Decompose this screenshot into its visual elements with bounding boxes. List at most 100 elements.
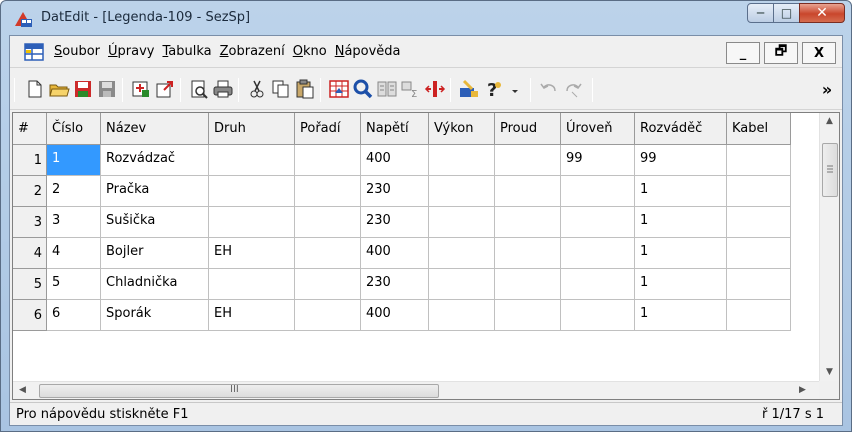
column-header[interactable]: Kabel <box>727 113 791 145</box>
sum-icon[interactable]: Σ <box>400 78 422 100</box>
grid-cell[interactable] <box>495 238 561 269</box>
grid-cell[interactable] <box>295 176 361 207</box>
grid-cell[interactable]: 230 <box>361 269 429 300</box>
grid-cell[interactable] <box>295 145 361 176</box>
grid-cell[interactable]: 99 <box>635 145 727 176</box>
grid-corner-header[interactable]: # <box>13 113 47 145</box>
grid-cell[interactable]: 3 <box>47 207 101 238</box>
grid-cell[interactable] <box>429 176 495 207</box>
grid-cell[interactable] <box>495 145 561 176</box>
scroll-up-icon[interactable]: ▲ <box>826 116 833 126</box>
vertical-scrollbar[interactable]: ▲ ▼ <box>819 113 839 381</box>
menu-item-0[interactable]: Soubor <box>54 44 100 59</box>
grid-cell[interactable]: 2 <box>47 176 101 207</box>
help-icon[interactable]: ? <box>482 78 504 100</box>
grid-cell[interactable]: Bojler <box>101 238 209 269</box>
mdi-close-button[interactable]: X <box>802 42 836 64</box>
close-button[interactable]: ✕ <box>799 3 845 23</box>
grid-cell[interactable] <box>727 176 791 207</box>
grid-cell[interactable] <box>209 145 295 176</box>
grid-cell[interactable] <box>295 207 361 238</box>
grid-cell[interactable] <box>561 300 635 331</box>
grid-document-icon[interactable] <box>24 43 44 61</box>
dropdown-arrow-icon[interactable] <box>504 78 526 100</box>
tools-icon[interactable] <box>458 78 480 100</box>
menu-item-3[interactable]: Zobrazení <box>220 44 285 59</box>
grid-cell[interactable] <box>727 145 791 176</box>
menu-item-2[interactable]: Tabulka <box>162 44 211 59</box>
print-preview-icon[interactable] <box>188 78 210 100</box>
insert-table-icon[interactable] <box>328 78 350 100</box>
grid-cell[interactable]: 1 <box>47 145 101 176</box>
grid-cell[interactable] <box>495 300 561 331</box>
grid-cell[interactable]: 230 <box>361 207 429 238</box>
row-header[interactable]: 5 <box>13 269 47 300</box>
new-file-icon[interactable] <box>24 78 46 100</box>
grid-cell[interactable]: 1 <box>635 207 727 238</box>
export-icon[interactable] <box>154 78 176 100</box>
toolbar-overflow-button[interactable]: » <box>816 78 838 100</box>
horizontal-scrollbar[interactable]: ◀ III ▶ <box>13 381 819 399</box>
open-folder-icon[interactable] <box>48 78 70 100</box>
column-header[interactable]: Rozváděč <box>635 113 727 145</box>
grid-cell[interactable] <box>209 269 295 300</box>
grid-cell[interactable]: 400 <box>361 145 429 176</box>
column-header[interactable]: Číslo <box>47 113 101 145</box>
grid-cell[interactable] <box>561 176 635 207</box>
grid-cell[interactable] <box>727 300 791 331</box>
scroll-right-icon[interactable]: ▶ <box>799 385 806 395</box>
column-header[interactable]: Výkon <box>429 113 495 145</box>
maximize-button[interactable]: □ <box>773 3 800 23</box>
grid-cell[interactable] <box>209 176 295 207</box>
grid-cell[interactable]: 5 <box>47 269 101 300</box>
mdi-restore-button[interactable]: 🗗 <box>764 42 798 64</box>
mdi-minimize-button[interactable]: _ <box>726 42 760 64</box>
column-header[interactable]: Pořadí <box>295 113 361 145</box>
grid-cell[interactable] <box>495 176 561 207</box>
column-header[interactable]: Druh <box>209 113 295 145</box>
find-icon[interactable] <box>352 78 374 100</box>
grid-cell[interactable]: Sušička <box>101 207 209 238</box>
row-header[interactable]: 6 <box>13 300 47 331</box>
paste-icon[interactable] <box>294 78 316 100</box>
grid-cell[interactable] <box>561 207 635 238</box>
grid-cell[interactable] <box>295 269 361 300</box>
grid-cell[interactable]: EH <box>209 238 295 269</box>
grid-cell[interactable]: 230 <box>361 176 429 207</box>
grid-cell[interactable] <box>727 269 791 300</box>
column-header[interactable]: Napětí <box>361 113 429 145</box>
row-header[interactable]: 1 <box>13 145 47 176</box>
undo-icon[interactable] <box>538 78 560 100</box>
grid-cell[interactable]: Pračka <box>101 176 209 207</box>
grid-cell[interactable]: Sporák <box>101 300 209 331</box>
menu-item-5[interactable]: Nápověda <box>335 44 401 59</box>
grid-cell[interactable] <box>429 207 495 238</box>
grid-cell[interactable]: 1 <box>635 300 727 331</box>
grid-cell[interactable] <box>429 269 495 300</box>
import-icon[interactable] <box>130 78 152 100</box>
grid-cell[interactable] <box>727 207 791 238</box>
grid-cell[interactable]: 400 <box>361 238 429 269</box>
grid-cell[interactable]: 1 <box>635 238 727 269</box>
grid-cell[interactable] <box>561 269 635 300</box>
column-header[interactable]: Proud <box>495 113 561 145</box>
row-header[interactable]: 2 <box>13 176 47 207</box>
grid-cell[interactable] <box>429 300 495 331</box>
print-icon[interactable] <box>212 78 234 100</box>
grid-cell[interactable]: 6 <box>47 300 101 331</box>
grid-cell[interactable]: 1 <box>635 269 727 300</box>
column-header[interactable]: Název <box>101 113 209 145</box>
grid-cell[interactable] <box>209 207 295 238</box>
save-icon[interactable] <box>96 78 118 100</box>
horizontal-scroll-thumb[interactable]: III <box>39 384 439 398</box>
grid-cell[interactable]: 400 <box>361 300 429 331</box>
title-bar[interactable]: DatEdit - [Legenda-109 - SezSp] ─ □ ✕ <box>1 1 851 35</box>
grid-cell[interactable]: EH <box>209 300 295 331</box>
copy-icon[interactable] <box>270 78 292 100</box>
grid-cell[interactable]: 99 <box>561 145 635 176</box>
grid-cell[interactable] <box>561 238 635 269</box>
cut-icon[interactable] <box>246 78 268 100</box>
filter-icon[interactable] <box>376 78 398 100</box>
grid-cell[interactable] <box>295 300 361 331</box>
grid-cell[interactable] <box>429 145 495 176</box>
